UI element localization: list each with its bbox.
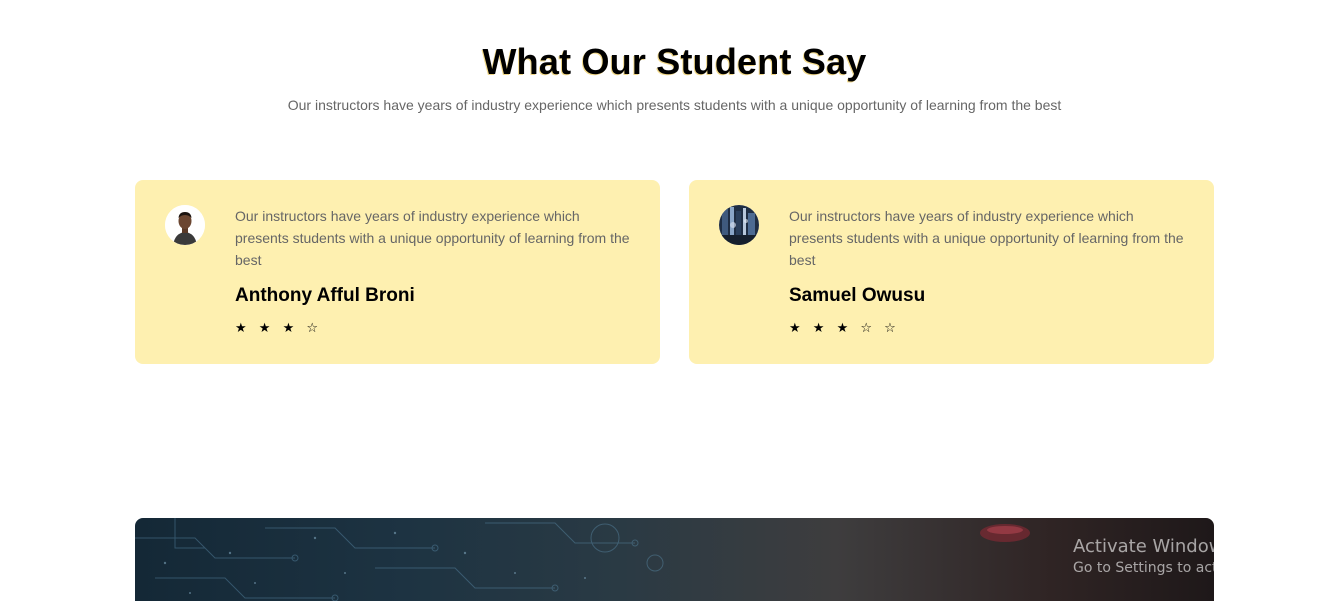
watermark-title: Activate Windows [1073,536,1233,557]
student-name: Anthony Afful Broni [235,285,415,306]
hero-banner-image [135,518,1214,601]
star-rating: ★ ★ ★ ☆ [235,321,323,336]
testimonial-card: Our instructors have years of industry e… [689,180,1214,364]
star-rating: ★ ★ ★ ☆ ☆ [789,321,900,336]
avatar [719,205,759,245]
section-title: What Our Student Say [482,41,867,82]
watermark-subtitle: Go to Settings to activate Windows. [1073,560,1324,576]
testimonial-quote: Our instructors have years of industry e… [235,208,630,268]
avatar [165,205,205,245]
student-name: Samuel Owusu [789,285,926,306]
testimonial-quote: Our instructors have years of industry e… [789,208,1184,268]
testimonial-card: Our instructors have years of industry e… [135,180,660,364]
windows-activation-watermark: Activate Windows Go to Settings to activ… [1073,536,1324,576]
section-subtitle: Our instructors have years of industry e… [287,97,1062,113]
